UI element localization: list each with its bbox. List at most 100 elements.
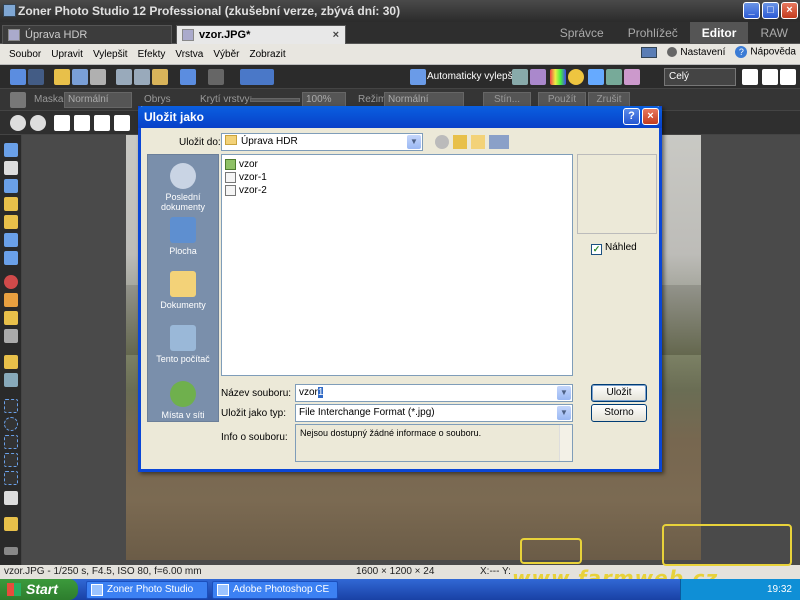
zoom-in-icon[interactable]	[10, 115, 26, 131]
undo-icon[interactable]	[180, 69, 196, 85]
monitor-icon[interactable]	[641, 46, 658, 58]
close-button[interactable]: ×	[781, 2, 798, 19]
mask-select[interactable]: Normální	[64, 92, 132, 108]
dialog-help-button[interactable]: ?	[623, 108, 640, 125]
taskbar-item-zoner[interactable]: Zoner Photo Studio 1...	[86, 581, 208, 599]
redo-icon[interactable]	[208, 69, 224, 85]
rainbow-icon[interactable]	[550, 69, 566, 85]
text-tool-icon[interactable]	[4, 517, 18, 531]
retouch-icon[interactable]	[624, 69, 640, 85]
levels-icon[interactable]	[512, 69, 528, 85]
chevron-down-icon[interactable]: ▼	[557, 406, 571, 420]
outline-checkbox-label[interactable]: Obrys	[144, 94, 171, 105]
magic-wand-icon[interactable]	[4, 491, 18, 505]
place-network[interactable]: Místa v síti	[148, 381, 218, 420]
back-icon[interactable]	[435, 135, 449, 149]
zoom-fit-icon[interactable]	[74, 115, 90, 131]
cancel-button[interactable]: Storno	[591, 404, 647, 422]
place-desktop[interactable]: Plocha	[148, 217, 218, 256]
menu-soubor[interactable]: Soubor	[4, 49, 46, 60]
ellipse-select-icon[interactable]	[4, 417, 18, 431]
fit-icon[interactable]	[742, 69, 758, 85]
magnetic-lasso-icon[interactable]	[4, 453, 18, 467]
tab-raw[interactable]: RAW	[748, 22, 800, 44]
tab-spravce[interactable]: Správce	[548, 22, 616, 44]
compare-icon[interactable]	[240, 69, 274, 85]
preview-checkbox[interactable]: ✓ Náhled	[591, 242, 637, 255]
paste-layer-icon[interactable]	[152, 69, 168, 85]
zoom-fill-icon[interactable]	[94, 115, 110, 131]
up-folder-icon[interactable]	[453, 135, 467, 149]
sharpen-icon[interactable]	[588, 69, 604, 85]
scroll-down-icon[interactable]	[4, 547, 18, 555]
tab-vzor-jpg[interactable]: vzor.JPG* ×	[176, 25, 346, 44]
zoom-width-icon[interactable]	[114, 115, 130, 131]
minimize-button[interactable]: _	[743, 2, 760, 19]
retouch-tool-icon[interactable]	[4, 329, 18, 343]
hand-tool-icon[interactable]	[4, 161, 18, 175]
fullscreen-icon[interactable]	[762, 69, 778, 85]
help-link[interactable]: ? Nápověda	[735, 46, 796, 58]
list-item[interactable]: vzor-1	[225, 171, 267, 184]
level-tool-icon[interactable]	[4, 197, 18, 211]
menu-vyber[interactable]: Výběr	[208, 49, 244, 60]
checkbox-checked-icon[interactable]: ✓	[591, 244, 602, 255]
save-in-select[interactable]: Úprava HDR ▼	[221, 133, 423, 151]
file-list[interactable]: vzor vzor-1 vzor-2	[221, 154, 573, 376]
menu-vrstva[interactable]: Vrstva	[170, 49, 208, 60]
save-button[interactable]: Uložit	[591, 384, 647, 402]
perspective-tool-icon[interactable]	[4, 215, 18, 229]
tab-uprava-hdr[interactable]: Úprava HDR	[2, 25, 172, 44]
menu-upravit[interactable]: Upravit	[46, 49, 88, 60]
rect-select-icon[interactable]	[4, 399, 18, 413]
taskbar-item-photoshop[interactable]: Adobe Photoshop CE	[212, 581, 338, 599]
close-tab-icon[interactable]: ×	[333, 26, 339, 44]
place-computer[interactable]: Tento počítač	[148, 325, 218, 364]
auto-enhance-label[interactable]: Automaticky vylepšit	[427, 71, 518, 82]
print-icon[interactable]	[90, 69, 106, 85]
menu-vylepsit[interactable]: Vylepšit	[88, 49, 133, 60]
chevron-down-icon[interactable]: ▼	[557, 386, 571, 400]
select-tool-icon[interactable]	[4, 143, 18, 157]
back-arrow-icon[interactable]	[10, 69, 26, 85]
resize-tool-icon[interactable]	[4, 251, 18, 265]
chevron-down-icon[interactable]: ▼	[407, 135, 421, 149]
start-button[interactable]: Start	[0, 579, 78, 600]
filetype-select[interactable]: File Interchange Format (*.jpg) ▼	[295, 404, 573, 422]
new-folder-icon[interactable]	[471, 135, 485, 149]
save-icon[interactable]	[72, 69, 88, 85]
filename-input[interactable]: vzor1 ▼	[295, 384, 573, 402]
bulb-icon[interactable]	[568, 69, 584, 85]
zoom-select[interactable]: Celý	[664, 68, 736, 86]
open-folder-icon[interactable]	[54, 69, 70, 85]
menu-efekty[interactable]: Efekty	[133, 49, 171, 60]
list-item[interactable]: vzor	[225, 158, 258, 171]
zoom-out-icon[interactable]	[30, 115, 46, 131]
color-icon[interactable]	[530, 69, 546, 85]
dialog-close-button[interactable]: ×	[642, 108, 659, 125]
red-eye-tool-icon[interactable]	[4, 275, 18, 289]
tab-prohlizec[interactable]: Prohlížeč	[616, 22, 690, 44]
forward-arrow-icon[interactable]	[28, 69, 44, 85]
filename-dropdown[interactable]: ▼	[557, 386, 571, 400]
zoom-1-1-icon[interactable]	[54, 115, 70, 131]
list-item[interactable]: vzor-2	[225, 184, 267, 197]
tab-editor[interactable]: Editor	[689, 22, 749, 44]
maximize-button[interactable]: □	[762, 2, 779, 19]
view-menu-icon[interactable]	[489, 135, 509, 149]
fill-tool-icon[interactable]	[4, 373, 18, 387]
scrollbar[interactable]	[559, 425, 572, 461]
paste-icon[interactable]	[134, 69, 150, 85]
settings-link[interactable]: Nastavení	[667, 47, 725, 58]
auto-enhance-icon[interactable]	[410, 69, 426, 85]
copy-icon[interactable]	[116, 69, 132, 85]
menu-zobrazit[interactable]: Zobrazit	[244, 49, 290, 60]
landscape-icon[interactable]	[606, 69, 622, 85]
pencil-tool-icon[interactable]	[4, 355, 18, 369]
place-recent[interactable]: Poslední dokumenty	[148, 163, 218, 212]
polygon-select-icon[interactable]	[4, 471, 18, 485]
clone-tool-icon[interactable]	[4, 293, 18, 307]
frame-tool-icon[interactable]	[4, 233, 18, 247]
opacity-slider[interactable]	[250, 98, 300, 102]
lasso-select-icon[interactable]	[4, 435, 18, 449]
